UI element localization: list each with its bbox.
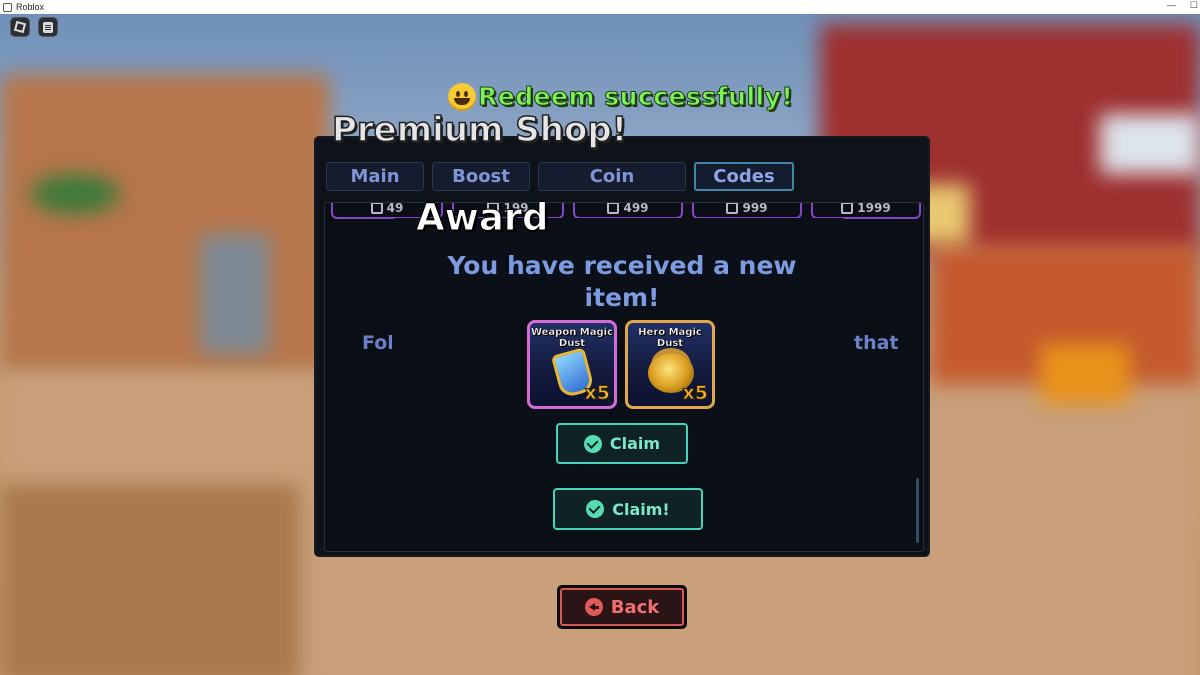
scrollbar[interactable] [916,478,919,543]
smiley-icon [448,82,476,111]
item-name: Hero Magic Dust [638,327,702,349]
window-titlebar: Roblox — ☐ [0,0,1200,14]
tab-coin[interactable]: Coin [538,162,686,191]
award-items: Weapon Magic Dust x5 Hero Magic Dust x5 [527,320,715,409]
roblox-menu-button[interactable] [10,17,30,37]
tab-codes[interactable]: Codes [694,162,794,191]
robux-icon [726,203,739,214]
chat-button[interactable] [38,17,58,37]
notification-text: Redeem successfully! [477,82,794,112]
price-button[interactable]: 1999 [811,203,921,219]
shop-tabs: Main Boost Coin Codes [326,162,794,191]
check-icon [586,500,605,518]
award-title: Award [416,196,550,240]
minimize-button[interactable]: — [1167,0,1176,11]
price-button[interactable]: 999 [692,203,802,219]
roblox-app-icon [3,2,12,12]
item-quantity: x5 [584,382,611,405]
redeem-notification: Redeem successfully! [448,82,794,112]
tab-boost[interactable]: Boost [432,162,530,191]
chat-icon [43,21,53,33]
back-arrow-icon [584,598,603,616]
reward-item-card: Hero Magic Dust x5 [625,320,715,409]
tab-main[interactable]: Main [326,162,424,191]
window-title: Roblox [16,2,45,12]
maximize-button[interactable]: ☐ [1190,0,1198,11]
item-name: Weapon Magic Dust [530,327,614,349]
check-icon [583,434,602,453]
window-controls: — ☐ [1167,0,1198,11]
price-button[interactable]: 499 [573,203,683,219]
roblox-logo-icon [13,20,27,34]
code-claim-label: Claim! [612,499,670,519]
code-claim-button[interactable]: Claim! [553,488,703,530]
robux-icon [370,203,383,214]
back-button-inner: Back [560,588,684,626]
reward-item-card: Weapon Magic Dust x5 [527,320,617,409]
back-label: Back [610,596,660,618]
robux-icon [607,203,620,214]
award-claim-button[interactable]: Claim [556,423,688,464]
robux-icon [841,203,854,214]
shop-title: Premium Shop! [331,109,628,151]
back-button[interactable]: Back [557,585,687,629]
follow-text-right: that [854,332,899,354]
award-claim-label: Claim [609,434,661,453]
item-quantity: x5 [682,382,709,405]
award-message: You have received a new item! [447,251,797,312]
